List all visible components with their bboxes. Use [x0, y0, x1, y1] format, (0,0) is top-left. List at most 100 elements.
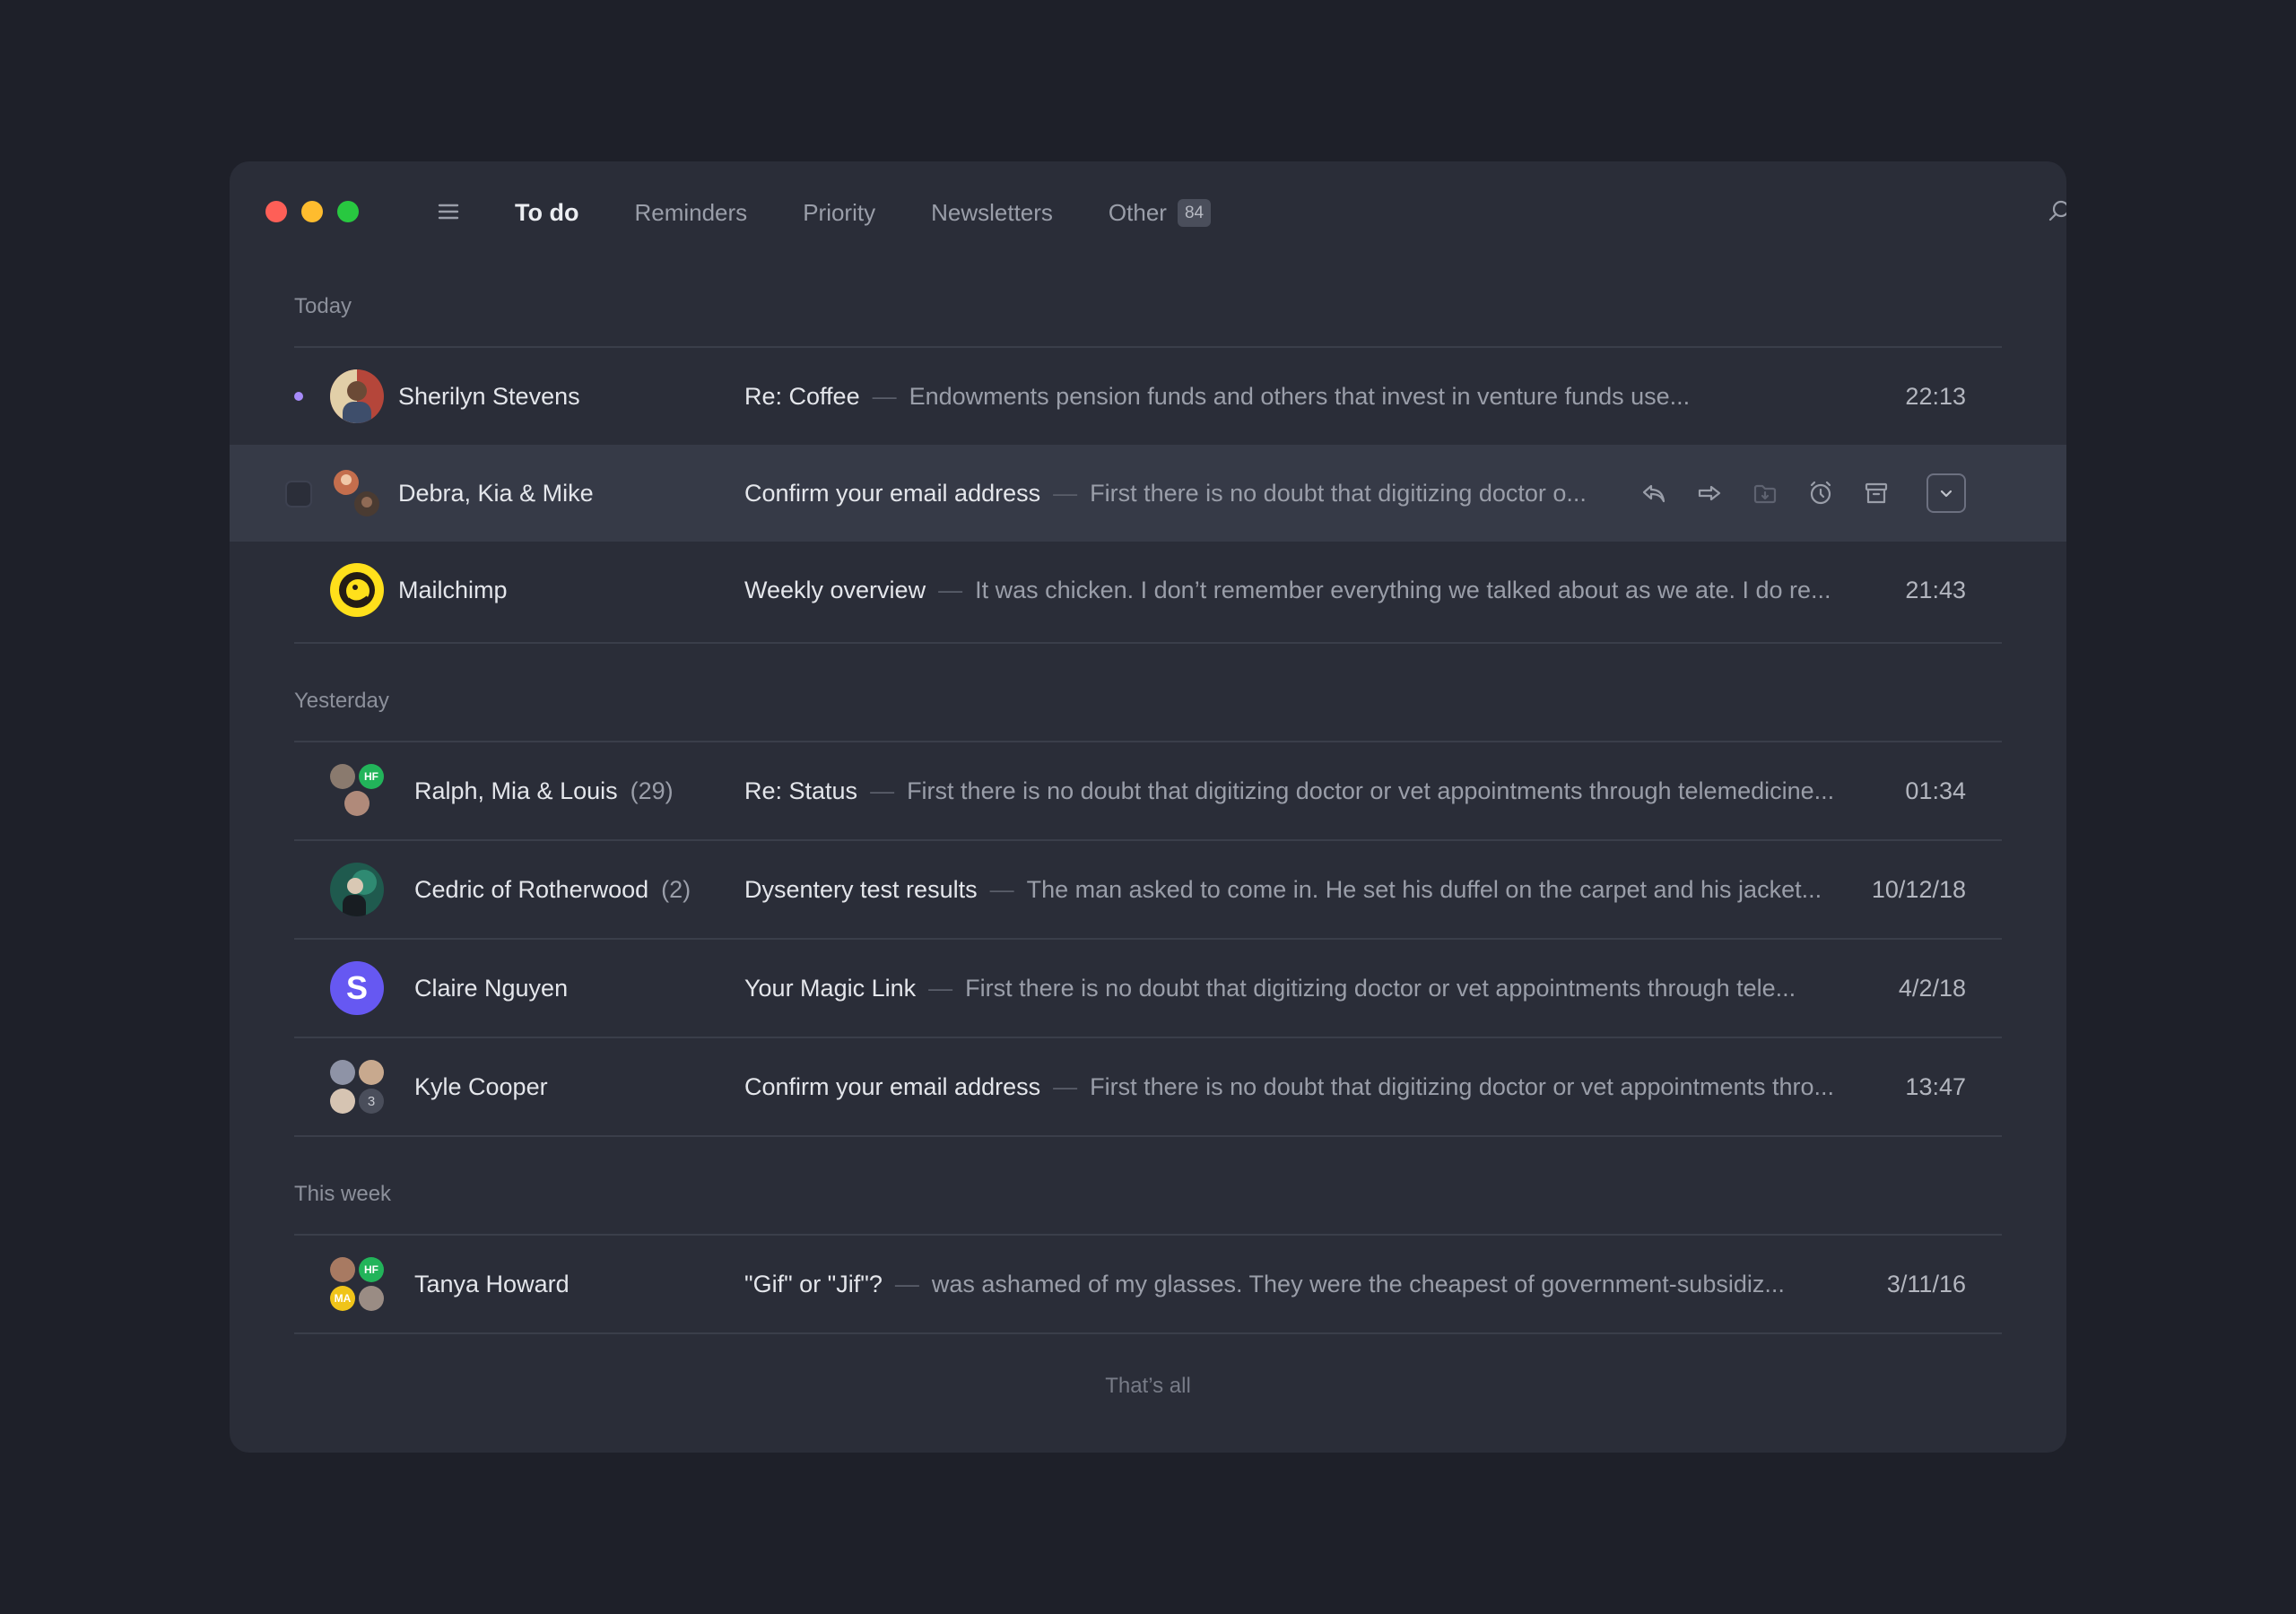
avatar: S: [330, 961, 384, 1015]
sender-name: Cedric of Rotherwood: [414, 876, 649, 903]
tab-label: Priority: [803, 198, 876, 226]
section-label-yesterday: Yesterday: [294, 689, 389, 713]
tab-newsletters[interactable]: Newsletters: [931, 199, 1053, 227]
tab-priority[interactable]: Priority: [803, 199, 875, 227]
avatar-mini: [330, 764, 355, 789]
tab-label: Newsletters: [931, 198, 1053, 226]
avatar-group: HF MA: [330, 1257, 384, 1311]
snooze-icon[interactable]: [1805, 477, 1837, 509]
email-row[interactable]: S Claire Nguyen Your Magic Link — First th…: [230, 940, 2066, 1037]
zoom-window-button[interactable]: [337, 201, 359, 222]
avatar-group: 3: [330, 1060, 384, 1114]
reply-icon[interactable]: [1638, 477, 1670, 509]
email-subject: Re: Coffee: [744, 383, 860, 410]
email-subject-line: Weekly overview — It was chicken. I don’t …: [744, 542, 1831, 638]
email-subject-line: Re: Status — First there is no doubt that …: [744, 742, 1834, 839]
mail-window: To do Reminders Priority Newsletters Oth…: [230, 161, 2066, 1453]
minimize-window-button[interactable]: [301, 201, 323, 222]
email-subject: Re: Status: [744, 777, 858, 804]
divider: [294, 1332, 2002, 1334]
email-row[interactable]: 3 Kyle Cooper Confirm your email address…: [230, 1038, 2066, 1135]
more-participants-count: 3: [359, 1089, 384, 1114]
email-subject-line: Your Magic Link — First there is no doubt …: [744, 940, 1796, 1037]
avatar-mini: [359, 1060, 384, 1085]
tab-bar: To do Reminders Priority Newsletters Oth…: [515, 161, 1266, 264]
email-row-hovered[interactable]: Debra, Kia & Mike Confirm your email add…: [230, 445, 2066, 542]
email-preview: was ashamed of my glasses. They were the…: [931, 1271, 1785, 1297]
avatar-initials: HF: [359, 1257, 384, 1282]
tab-label: To do: [515, 198, 579, 226]
section-label-this-week: This week: [294, 1182, 392, 1206]
archive-icon[interactable]: [1860, 477, 1892, 509]
tab-reminders[interactable]: Reminders: [634, 199, 747, 227]
avatar-mini: [344, 791, 370, 816]
separator: —: [928, 975, 953, 1002]
email-subject: Confirm your email address: [744, 1073, 1041, 1100]
email-row[interactable]: HF MA Tanya Howard "Gif" or "Jif"? — was a…: [230, 1236, 2066, 1332]
email-preview: Endowments pension funds and others that…: [909, 383, 1691, 410]
separator: —: [938, 577, 963, 603]
email-time: 13:47: [1905, 1073, 1966, 1100]
email-row[interactable]: Cedric of Rotherwood (2) Dysentery test r…: [230, 841, 2066, 938]
email-preview: First there is no doubt that digitizing …: [1090, 1073, 1835, 1100]
sender-name: Debra, Kia & Mike: [398, 480, 594, 507]
separator: —: [872, 383, 897, 410]
tab-label: Other: [1108, 198, 1167, 226]
email-time: 01:34: [1905, 777, 1966, 804]
avatar-letter-circle: S: [330, 961, 384, 1015]
hover-actions: [1638, 473, 1916, 513]
email-subject-line: "Gif" or "Jif"? — was ashamed of my glasse…: [744, 1236, 1785, 1332]
unread-count-badge: 84: [1177, 198, 1212, 227]
avatar-letter: S: [345, 969, 368, 1006]
email-time: 21:43: [1905, 577, 1966, 603]
avatar-initials: HF: [359, 764, 384, 789]
email-preview: First there is no doubt that digitizing …: [965, 975, 1796, 1002]
sender-name: Mailchimp: [398, 577, 508, 603]
more-options-button[interactable]: [1926, 473, 1966, 513]
separator: —: [1053, 1073, 1078, 1100]
email-subject: Your Magic Link: [744, 975, 917, 1002]
end-of-list-text: That’s all: [1105, 1374, 1191, 1398]
sender-name: Kyle Cooper: [414, 1073, 548, 1100]
email-row[interactable]: Sherilyn Stevens Re: Coffee — Endowments p…: [230, 348, 2066, 445]
close-window-button[interactable]: [265, 201, 287, 222]
avatar-mini: [330, 1089, 355, 1114]
avatar-mini: [359, 1286, 384, 1311]
email-time: 22:13: [1905, 383, 1966, 410]
avatar-initials: MA: [330, 1286, 355, 1311]
sender-name: Sherilyn Stevens: [398, 383, 580, 410]
email-row[interactable]: HF Ralph, Mia & Louis (29) Re: Status — Fir…: [230, 742, 2066, 839]
email-time: 4/2/18: [1898, 975, 1966, 1002]
section-label-today: Today: [294, 294, 352, 318]
email-subject-line: Re: Coffee — Endowments pension funds and …: [744, 348, 1690, 445]
menu-icon[interactable]: [434, 197, 463, 226]
search-icon[interactable]: [2043, 195, 2066, 228]
email-preview: It was chicken. I don’t remember everyth…: [975, 577, 1831, 603]
sender-name-with-count: Ralph, Mia & Louis (29): [414, 742, 674, 839]
tab-other[interactable]: Other 84: [1108, 198, 1212, 227]
tab-todo[interactable]: To do: [515, 199, 578, 227]
email-time: 3/11/16: [1886, 1271, 1966, 1297]
sender-name: Ralph, Mia & Louis: [414, 777, 618, 804]
separator: —: [894, 1271, 919, 1297]
sender-name: Claire Nguyen: [414, 975, 569, 1002]
avatar-mini: [330, 1257, 355, 1282]
title-bar: To do Reminders Priority Newsletters Oth…: [230, 161, 2066, 264]
sender-name: Tanya Howard: [414, 1271, 570, 1297]
avatar-group: [330, 466, 384, 520]
avatar: [330, 863, 384, 916]
email-subject-line: Confirm your email address — First there i…: [744, 445, 1587, 542]
email-row[interactable]: Mailchimp Weekly overview — It was chicken…: [230, 542, 2066, 638]
email-preview: The man asked to come in. He set his duf…: [1026, 876, 1822, 903]
email-subject: Weekly overview: [744, 577, 926, 603]
email-subject: "Gif" or "Jif"?: [744, 1271, 883, 1297]
avatar-mini: [330, 1060, 355, 1085]
move-to-folder-icon[interactable]: [1749, 477, 1781, 509]
tab-label: Reminders: [634, 198, 748, 226]
sender-name-with-count: Cedric of Rotherwood (2): [414, 841, 691, 938]
email-time: 10/12/18: [1871, 876, 1966, 903]
select-checkbox[interactable]: [285, 481, 312, 508]
thread-count: (29): [630, 777, 674, 804]
forward-icon[interactable]: [1693, 477, 1726, 509]
avatar: [330, 369, 384, 423]
